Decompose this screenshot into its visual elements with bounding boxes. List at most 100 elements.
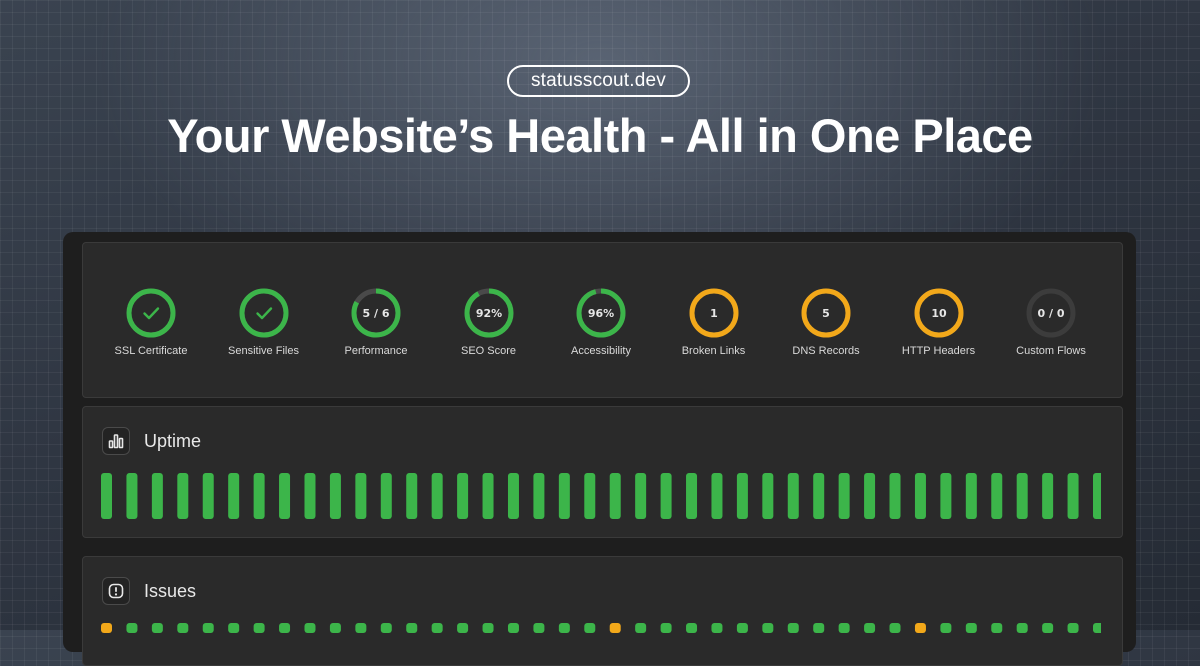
uptime-bar (736, 473, 748, 519)
uptime-bar (406, 473, 418, 519)
issue-marker (736, 623, 748, 633)
issue-markers (101, 623, 1101, 633)
issues-title: Issues (144, 580, 197, 601)
issue-marker (558, 623, 570, 633)
issue-marker (202, 623, 214, 633)
status-ring (239, 288, 288, 338)
issue-marker (1016, 623, 1028, 633)
status-label: DNS Records (792, 345, 860, 357)
uptime-bar (126, 473, 138, 519)
issue-marker (253, 623, 265, 633)
check-dns-records: 5 DNS Records (766, 287, 886, 357)
issue-marker (965, 623, 977, 633)
issue-marker (838, 623, 850, 633)
uptime-bar (711, 473, 723, 519)
issue-marker (507, 623, 519, 633)
status-ring: 1 (689, 288, 738, 338)
issue-marker (864, 623, 876, 633)
issue-marker (279, 623, 291, 633)
uptime-bar (635, 473, 647, 519)
issue-marker (151, 623, 163, 633)
status-label: SEO Score (460, 345, 517, 357)
check-seo-score: 92% SEO Score (429, 287, 549, 357)
issue-marker (228, 623, 240, 633)
issue-marker (991, 623, 1003, 633)
issue-marker (431, 623, 443, 633)
uptime-bar (1067, 473, 1079, 519)
issue-marker (686, 623, 698, 633)
status-value: 1 (710, 307, 718, 320)
uptime-bar (787, 473, 799, 519)
uptime-bar (660, 473, 672, 519)
uptime-bar (355, 473, 367, 519)
status-ring: 5 / 6 (351, 288, 401, 338)
uptime-bar (533, 473, 545, 519)
issue-marker (304, 623, 316, 633)
headline: Your Website’s Health - All in One Place (167, 109, 1033, 162)
issue-marker (914, 623, 926, 633)
uptime-header: Uptime (102, 427, 201, 455)
issue-marker (457, 623, 469, 633)
issue-marker (1067, 623, 1079, 633)
uptime-bar (889, 473, 901, 519)
status-label: Sensitive Files (228, 345, 299, 357)
uptime-bar (228, 473, 240, 519)
status-label: Broken Links (681, 345, 746, 357)
uptime-bar (813, 473, 825, 519)
domain-badge: statusscout.dev (507, 65, 690, 97)
uptime-bar (101, 473, 112, 519)
issues-header: Issues (102, 577, 196, 605)
uptime-bar (329, 473, 341, 519)
issue-marker (380, 623, 392, 633)
status-ring: 10 (914, 288, 963, 338)
uptime-bar (1093, 473, 1101, 519)
status-value: 92% (475, 307, 501, 320)
check-sensitive-files: Sensitive Files (204, 287, 324, 357)
uptime-bar (431, 473, 443, 519)
issue-marker (660, 623, 672, 633)
status-label: Performance (344, 345, 408, 357)
uptime-bar (991, 473, 1003, 519)
status-ring: 92% (464, 288, 513, 338)
issue-marker (329, 623, 341, 633)
check-accessibility: 96% Accessibility (541, 287, 661, 357)
uptime-bar (279, 473, 291, 519)
uptime-bar (838, 473, 850, 519)
issue-marker (355, 623, 367, 633)
status-value: 5 / 6 (363, 307, 390, 320)
uptime-bar (940, 473, 952, 519)
uptime-bar (380, 473, 392, 519)
issue-marker (940, 623, 952, 633)
status-ring: 0 / 0 (1026, 288, 1076, 338)
check-performance: 5 / 6 Performance (316, 287, 436, 357)
issue-marker (762, 623, 774, 633)
issues-panel: Issues (82, 556, 1123, 666)
bar-chart-icon (102, 427, 130, 455)
alert-icon (102, 577, 130, 605)
issue-marker (101, 623, 112, 633)
uptime-panel: Uptime (82, 406, 1123, 538)
check-icon (143, 307, 160, 320)
issue-marker (482, 623, 494, 633)
checks-panel: SSL Certificate Sensitive Files 5 / 6 Perfo… (82, 242, 1123, 398)
uptime-bar (762, 473, 774, 519)
uptime-bar (1042, 473, 1054, 519)
uptime-bar (202, 473, 214, 519)
status-value: 5 (822, 307, 830, 320)
check-http-headers: 10 HTTP Headers (879, 287, 999, 357)
check-ssl-certificate: SSL Certificate (91, 287, 211, 357)
uptime-title: Uptime (144, 430, 202, 451)
issue-marker (126, 623, 138, 633)
status-value: 10 (931, 307, 947, 320)
uptime-bar (965, 473, 977, 519)
status-label: Custom Flows (1016, 345, 1086, 357)
status-value: 0 / 0 (1038, 307, 1065, 320)
status-label: SSL Certificate (114, 345, 188, 357)
uptime-bar (584, 473, 596, 519)
uptime-bar (457, 473, 469, 519)
uptime-bar (253, 473, 265, 519)
issue-marker (406, 623, 418, 633)
uptime-bar (609, 473, 621, 519)
issue-marker (533, 623, 545, 633)
issue-marker (1042, 623, 1054, 633)
